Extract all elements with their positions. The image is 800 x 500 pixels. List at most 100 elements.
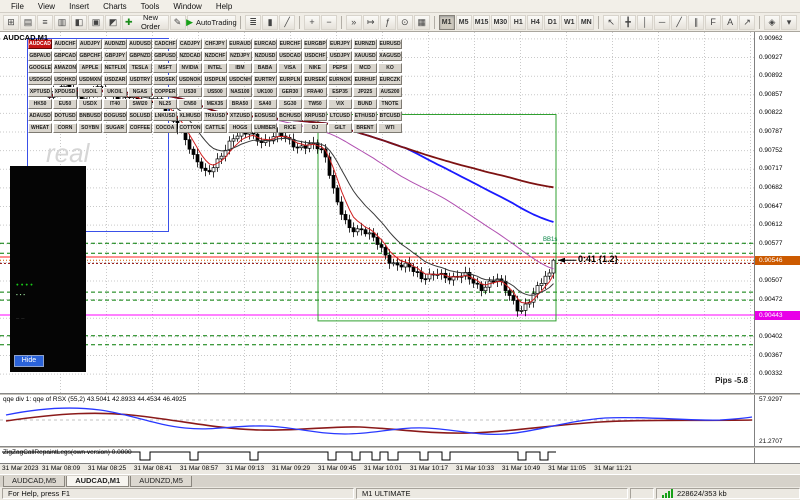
symbol-button-NZDCHF[interactable]: NZDCHF <box>203 51 227 61</box>
symbol-button-SOYBN[interactable]: SOYBN <box>78 123 102 133</box>
symbol-button-TESLA[interactable]: TESLA <box>128 63 152 73</box>
symbol-button-LNKUSD[interactable]: LNKUSD <box>153 111 177 121</box>
symbol-button-USDJPY[interactable]: USDJPY <box>328 51 352 61</box>
symbol-button-NZDUSD[interactable]: NZDUSD <box>253 51 277 61</box>
text-label-icon[interactable]: A <box>722 14 739 30</box>
symbol-button-GILT[interactable]: GILT <box>328 123 352 133</box>
symbol-button-APPLE[interactable]: APPLE <box>78 63 102 73</box>
symbol-button-EURGBP[interactable]: EURGBP <box>303 39 327 49</box>
timeframe-MN[interactable]: MN <box>578 14 595 30</box>
symbol-button-MCD[interactable]: MCD <box>353 63 377 73</box>
data-window-icon[interactable]: ▥ <box>54 14 70 30</box>
symbol-button-GBPUSD[interactable]: GBPUSD <box>153 51 177 61</box>
symbol-button-ESP35[interactable]: ESP35 <box>328 87 352 97</box>
menu-help[interactable]: Help <box>209 2 239 11</box>
symbol-button-CHFJPY[interactable]: CHFJPY <box>203 39 227 49</box>
symbol-button-SG30[interactable]: SG30 <box>278 99 302 109</box>
symbol-button-UKOIL[interactable]: UKOIL <box>103 87 127 97</box>
symbol-button-TW50[interactable]: TW50 <box>303 99 327 109</box>
symbol-button-EURCZK[interactable]: EURCZK <box>378 75 402 85</box>
symbol-button-CADCHF[interactable]: CADCHF <box>153 39 177 49</box>
symbol-button-XPDUSD[interactable]: XPDUSD <box>53 87 77 97</box>
zigzag-indicator-window[interactable]: ZigZagCallRepaintLegs(own version) 0.000… <box>0 448 800 463</box>
menu-charts[interactable]: Charts <box>96 2 134 11</box>
symbol-button-USDHKD[interactable]: USDHKD <box>53 75 77 85</box>
symbol-button-DOTUSD[interactable]: DOTUSD <box>53 111 77 121</box>
arrow-object-icon[interactable]: ↗ <box>739 14 756 30</box>
symbol-button-XRPUSD[interactable]: XRPUSD <box>303 111 327 121</box>
symbol-button-ETHUSD[interactable]: ETHUSD <box>353 111 377 121</box>
new-order-button[interactable]: ✚ New Order <box>122 13 169 31</box>
symbol-button-USDCHF[interactable]: USDCHF <box>303 51 327 61</box>
timeframe-H4[interactable]: H4 <box>527 14 544 30</box>
menu-tools[interactable]: Tools <box>134 2 167 11</box>
symbol-button-AUDNZD[interactable]: AUDNZD <box>103 39 127 49</box>
market-watch-icon[interactable]: ≡ <box>37 14 53 30</box>
timeframe-M15[interactable]: M15 <box>472 14 491 30</box>
symbol-button-AUDCHF[interactable]: AUDCHF <box>53 39 77 49</box>
qqe-indicator-window[interactable]: qqe div 1: qqe of RSX (55,2) 43.5041 42.… <box>0 395 800 446</box>
symbol-button-US500[interactable]: US500 <box>203 87 227 97</box>
symbol-button-USOIL[interactable]: USOIL <box>78 87 102 97</box>
menu-file[interactable]: File <box>4 2 31 11</box>
strategy-tester-icon[interactable]: ◩ <box>105 14 121 30</box>
symbol-button-WHEAT[interactable]: WHEAT <box>28 123 52 133</box>
symbol-button-USDZAR[interactable]: USDZAR <box>103 75 127 85</box>
symbol-button-XAGUSD[interactable]: XAGUSD <box>378 51 402 61</box>
horizontal-line-icon[interactable]: ─ <box>654 14 671 30</box>
symbol-button-UK100[interactable]: UK100 <box>253 87 277 97</box>
symbol-button-AMAZON[interactable]: AMAZON <box>53 63 77 73</box>
hide-panel-button[interactable]: Hide <box>14 355 44 367</box>
symbol-button-NAS100[interactable]: NAS100 <box>228 87 252 97</box>
vertical-line-icon[interactable]: │ <box>637 14 654 30</box>
symbol-button-GBPNZD[interactable]: GBPNZD <box>128 51 152 61</box>
timeframe-H1[interactable]: H1 <box>510 14 527 30</box>
symbol-button-EU50[interactable]: EU50 <box>53 99 77 109</box>
symbol-button-GBPCAD[interactable]: GBPCAD <box>53 51 77 61</box>
symbol-button-DOGUSD[interactable]: DOGUSD <box>103 111 127 121</box>
zoom-in-icon[interactable]: + <box>303 14 320 30</box>
symbol-button-LUMBER[interactable]: LUMBER <box>253 123 277 133</box>
symbol-button-EURCAD[interactable]: EURCAD <box>253 39 277 49</box>
symbol-button-BNBUSD[interactable]: BNBUSD <box>78 111 102 121</box>
symbol-button-COFFEE[interactable]: COFFEE <box>128 123 152 133</box>
symbol-button-INTEL[interactable]: INTEL <box>203 63 227 73</box>
chart-tab-AUDCAD-M1[interactable]: AUDCAD,M1 <box>66 476 130 487</box>
channel-icon[interactable]: ∥ <box>688 14 705 30</box>
symbol-button-EURTRY[interactable]: EURTRY <box>253 75 277 85</box>
symbol-button-LTCUSD[interactable]: LTCUSD <box>328 111 352 121</box>
timeframe-M1[interactable]: M1 <box>438 14 455 30</box>
symbol-button-GBPCHF[interactable]: GBPCHF <box>78 51 102 61</box>
symbol-button-EURAUD[interactable]: EURAUD <box>228 39 252 49</box>
menu-insert[interactable]: Insert <box>62 2 96 11</box>
trendline-icon[interactable]: ╱ <box>671 14 688 30</box>
symbol-button-NZDCAD[interactable]: NZDCAD <box>178 51 202 61</box>
candlestick-chart-icon[interactable]: ▮ <box>262 14 279 30</box>
symbol-button-GOOGLE[interactable]: GOOGLE <box>28 63 52 73</box>
chart-tab-AUDCAD-M5[interactable]: AUDCAD,M5 <box>3 476 66 487</box>
timeframe-M30[interactable]: M30 <box>491 14 510 30</box>
zoom-out-icon[interactable]: − <box>320 14 337 30</box>
symbol-button-NETFLIX[interactable]: NETFLIX <box>103 63 127 73</box>
symbol-button-FRA40[interactable]: FRA40 <box>303 87 327 97</box>
symbol-button-MSFT[interactable]: MSFT <box>153 63 177 73</box>
symbol-button-MEX35[interactable]: MEX35 <box>203 99 227 109</box>
symbol-button-VISA[interactable]: VISA <box>278 63 302 73</box>
symbol-button-EURUSD[interactable]: EURUSD <box>378 39 402 49</box>
timeframe-W1[interactable]: W1 <box>561 14 578 30</box>
symbol-button-BCHUSD[interactable]: BCHUSD <box>278 111 302 121</box>
shapes-icon[interactable]: ◈ <box>763 14 780 30</box>
symbol-button-XTZUSD[interactable]: XTZUSD <box>228 111 252 121</box>
symbol-button-USDMXN[interactable]: USDMXN <box>78 75 102 85</box>
periods-icon[interactable]: ⊙ <box>396 14 413 30</box>
symbol-button-NIKE[interactable]: NIKE <box>303 63 327 73</box>
symbol-button-JP225[interactable]: JP225 <box>353 87 377 97</box>
symbol-button-COCOA[interactable]: COCOA <box>153 123 177 133</box>
symbol-button-USDSEK[interactable]: USDSEK <box>153 75 177 85</box>
symbol-button-EURJPY[interactable]: EURJPY <box>328 39 352 49</box>
symbol-button-COTTON[interactable]: COTTON <box>178 123 202 133</box>
symbol-button-NL25[interactable]: NL25 <box>153 99 177 109</box>
symbol-button-BTCUSD[interactable]: BTCUSD <box>378 111 402 121</box>
symbol-button-BABA[interactable]: BABA <box>253 63 277 73</box>
timeframe-M5[interactable]: M5 <box>455 14 472 30</box>
